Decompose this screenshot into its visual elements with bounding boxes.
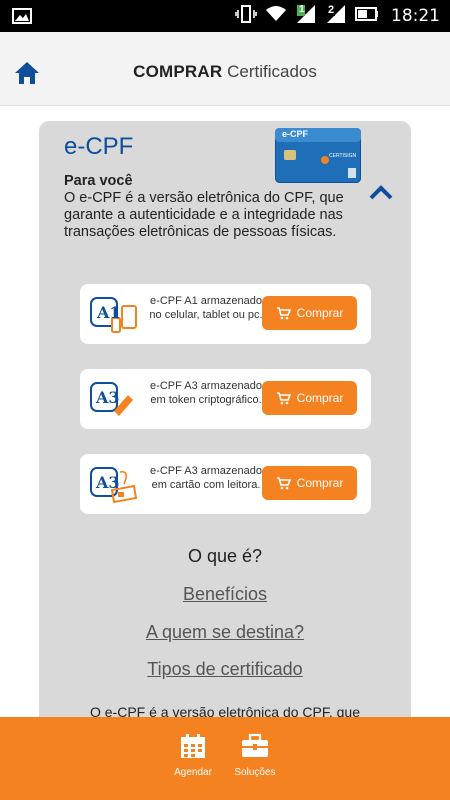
- chevron-up-icon: [369, 185, 393, 200]
- product-description: e-CPF A3 armazenado em token criptográfi…: [150, 380, 262, 406]
- cart-icon: [276, 477, 291, 490]
- buy-a3-card-button[interactable]: Comprar: [262, 466, 357, 500]
- nav-solucoes[interactable]: Soluções: [225, 733, 285, 778]
- product-ecpf-a3-card: A3 e-CPF A3 armazenado em cartão com lei…: [80, 454, 371, 514]
- clock: 18:21: [391, 6, 440, 26]
- wifi-icon: [265, 5, 287, 28]
- app-header: COMPRAR Certificados: [0, 32, 450, 106]
- signal-sim1-icon: 1: [295, 4, 317, 29]
- nav-agendar[interactable]: Agendar: [163, 733, 223, 778]
- a3-token-icon: A3: [90, 377, 140, 421]
- product-card: e-CPF e-CPF CERTISIGN Para você O e-CPF …: [39, 121, 411, 741]
- card-title: e-CPF: [64, 133, 134, 160]
- link-tipos-de-certificado[interactable]: Tipos de certificado: [39, 659, 411, 680]
- status-bar: 1 2 18:21: [0, 0, 450, 32]
- briefcase-icon: [242, 733, 268, 757]
- buy-a1-button[interactable]: Comprar: [262, 296, 357, 330]
- intro-text: O e-CPF é a versão eletrônica do CPF, qu…: [64, 190, 344, 240]
- section-heading: O que é?: [187, 546, 263, 566]
- product-ecpf-a3-token: A3 e-CPF A3 armazenado em token criptogr…: [80, 369, 371, 429]
- cart-icon: [276, 307, 291, 320]
- gallery-notification-icon: [12, 8, 32, 29]
- page-title: COMPRAR Certificados: [133, 62, 317, 81]
- battery-icon: [355, 6, 379, 26]
- cart-icon: [276, 392, 291, 405]
- a3-card-reader-icon: A3: [90, 462, 140, 506]
- signal-sim2-icon: 2: [325, 4, 347, 29]
- bottom-navigation: Agendar Soluções: [0, 717, 450, 800]
- collapse-chevron-button[interactable]: [369, 183, 393, 201]
- product-description: e-CPF A3 armazenado em cartão com leitor…: [150, 465, 262, 491]
- intro-heading: Para você: [64, 173, 133, 189]
- link-beneficios[interactable]: Benefícios: [39, 584, 411, 605]
- product-ecpf-a1: A1 e-CPF A1 armazenado no celular, table…: [80, 284, 371, 344]
- vibrate-icon: [235, 4, 257, 29]
- calendar-icon: [181, 734, 205, 758]
- link-a-quem-se-destina[interactable]: A quem se destina?: [39, 622, 411, 643]
- a1-device-icon: A1: [90, 292, 140, 336]
- intro-text-block: Para você O e-CPF é a versão eletrônica …: [64, 173, 364, 241]
- buy-a3-token-button[interactable]: Comprar: [262, 381, 357, 415]
- product-description: e-CPF A1 armazenado no celular, tablet o…: [149, 295, 263, 321]
